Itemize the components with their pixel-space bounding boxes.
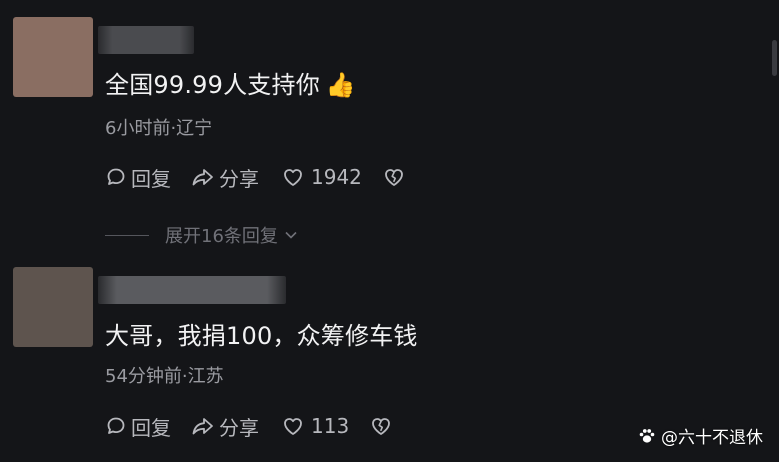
comment-meta: 6小时前·辽宁 <box>105 118 213 139</box>
dislike-button[interactable] <box>369 415 393 437</box>
comment-actions: 回复 分享 1942 <box>105 163 406 191</box>
share-icon <box>192 169 213 186</box>
paw-icon <box>639 428 655 443</box>
comment-actions: 回复 分享 113 <box>105 412 393 440</box>
like-button[interactable]: 1942 <box>281 165 362 189</box>
reply-icon <box>107 168 125 185</box>
watermark-text: @六十不退休 <box>661 428 763 448</box>
thumbs-up-emoji: 👍 <box>325 71 357 99</box>
share-icon <box>192 418 213 435</box>
avatar[interactable] <box>13 17 93 97</box>
divider-line <box>105 234 149 236</box>
heart-icon <box>284 169 302 186</box>
username-blurred[interactable] <box>98 276 286 304</box>
reply-button[interactable]: 回复 <box>105 163 171 192</box>
comment-text: 全国99.99人支持你 👍 <box>105 71 357 99</box>
comment-meta: 54分钟前·江苏 <box>105 366 224 387</box>
like-count: 1942 <box>311 165 362 189</box>
comment-text: 大哥，我捐100，众筹修车钱 <box>105 322 418 350</box>
username-blurred[interactable] <box>98 26 194 54</box>
like-button[interactable]: 113 <box>281 414 349 438</box>
share-button[interactable]: 分享 <box>191 163 259 192</box>
heart-icon <box>284 418 302 435</box>
scrollbar[interactable] <box>772 40 777 76</box>
reply-button[interactable]: 回复 <box>105 412 171 441</box>
share-button[interactable]: 分享 <box>191 412 259 441</box>
like-count: 113 <box>311 414 350 438</box>
avatar[interactable] <box>13 267 93 347</box>
chevron-down-icon <box>285 231 297 239</box>
watermark: @六十不退休 <box>637 423 763 448</box>
broken-heart-icon <box>385 169 403 186</box>
dislike-button[interactable] <box>382 166 406 188</box>
reply-icon <box>107 417 125 434</box>
expand-replies-button[interactable]: 展开16条回复 <box>105 222 298 248</box>
broken-heart-icon <box>372 418 391 435</box>
